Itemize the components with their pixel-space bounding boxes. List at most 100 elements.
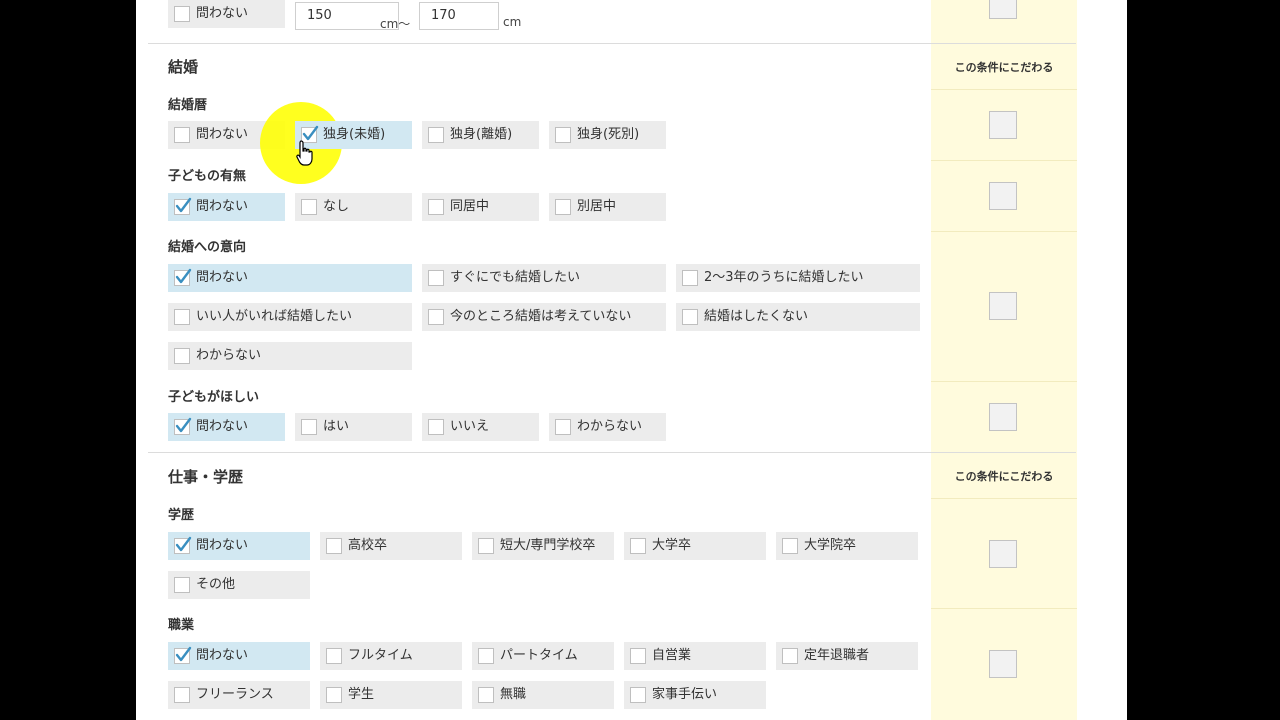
option-label: 問わない	[196, 6, 249, 21]
hand-cursor-icon	[296, 140, 313, 166]
checkbox[interactable]	[326, 538, 342, 554]
checkbox-checked[interactable]	[174, 268, 192, 286]
checkbox[interactable]	[782, 648, 798, 664]
option-marriage-intention-5[interactable]: 今のところ結婚は考えていない	[422, 303, 666, 331]
checkbox[interactable]	[630, 648, 646, 664]
option-label: 無職	[500, 687, 527, 702]
option-occupation-5[interactable]: 定年退職者	[776, 642, 918, 670]
option-label: 独身(未婚)	[323, 127, 386, 142]
option-label: 問わない	[196, 270, 249, 285]
prefer-checkbox-children[interactable]	[989, 182, 1017, 210]
option-occupation-9[interactable]: 家事手伝い	[624, 681, 766, 709]
option-education-6[interactable]: その他	[168, 571, 310, 599]
prefer-checkbox-education[interactable]	[989, 540, 1017, 568]
checkbox[interactable]	[555, 419, 571, 435]
option-want-children-4[interactable]: わからない	[549, 413, 666, 441]
checkbox[interactable]	[478, 538, 494, 554]
checkmark-icon	[175, 536, 192, 552]
option-children-3[interactable]: 同居中	[422, 193, 539, 221]
option-want-children-1[interactable]: 問わない	[168, 413, 285, 441]
option-label: わからない	[577, 419, 643, 434]
checkbox[interactable]	[174, 309, 190, 325]
option-label: 結婚はしたくない	[704, 309, 809, 324]
option-marriage-intention-1[interactable]: 問わない	[168, 264, 412, 292]
checkbox-checked[interactable]	[174, 646, 192, 664]
option-education-1[interactable]: 問わない	[168, 532, 310, 560]
checkbox[interactable]	[428, 309, 444, 325]
checkbox[interactable]	[782, 538, 798, 554]
checkbox-checked[interactable]	[174, 417, 192, 435]
checkbox[interactable]	[301, 199, 317, 215]
option-education-4[interactable]: 大学卒	[624, 532, 766, 560]
option-label: 2～3年のうちに結婚したい	[704, 270, 864, 285]
checkbox[interactable]	[174, 127, 190, 143]
checkbox-checked[interactable]	[174, 197, 192, 215]
option-occupation-2[interactable]: フルタイム	[320, 642, 462, 670]
field-label-marriage-history: 結婚暦	[168, 98, 208, 113]
option-label: 独身(離婚)	[450, 127, 513, 142]
checkbox[interactable]	[174, 687, 190, 703]
field-label-want-children: 子どもがほしい	[168, 390, 260, 405]
option-marriage-history-3[interactable]: 独身(離婚)	[422, 121, 539, 149]
checkbox[interactable]	[630, 538, 646, 554]
checkbox[interactable]	[428, 270, 444, 286]
option-marriage-intention-4[interactable]: いい人がいれば結婚したい	[168, 303, 412, 331]
prefer-checkbox-height[interactable]	[989, 0, 1017, 19]
option-occupation-6[interactable]: フリーランス	[168, 681, 310, 709]
option-marriage-intention-6[interactable]: 結婚はしたくない	[676, 303, 920, 331]
option-occupation-4[interactable]: 自営業	[624, 642, 766, 670]
checkmark-icon	[175, 417, 192, 433]
option-label: 定年退職者	[804, 648, 870, 663]
field-label-marriage-intention: 結婚への意向	[168, 240, 247, 255]
checkbox[interactable]	[174, 6, 190, 22]
option-label: 問わない	[196, 419, 249, 434]
option-education-2[interactable]: 高校卒	[320, 532, 462, 560]
option-want-children-3[interactable]: いいえ	[422, 413, 539, 441]
prefer-checkbox-marriage-history[interactable]	[989, 111, 1017, 139]
option-education-5[interactable]: 大学院卒	[776, 532, 918, 560]
checkbox[interactable]	[478, 687, 494, 703]
option-children-2[interactable]: なし	[295, 193, 412, 221]
option-height-any[interactable]: 問わない	[168, 0, 285, 28]
option-marriage-history-4[interactable]: 独身(死別)	[549, 121, 666, 149]
checkmark-icon	[175, 268, 192, 284]
prefer-checkbox-marriage-intention[interactable]	[989, 292, 1017, 320]
checkbox[interactable]	[428, 199, 444, 215]
prefer-checkbox-want-children[interactable]	[989, 403, 1017, 431]
checkbox[interactable]	[428, 127, 444, 143]
option-occupation-7[interactable]: 学生	[320, 681, 462, 709]
checkbox[interactable]	[555, 199, 571, 215]
section-divider	[148, 452, 1076, 453]
checkbox[interactable]	[428, 419, 444, 435]
option-marriage-intention-2[interactable]: すぐにでも結婚したい	[422, 264, 666, 292]
checkbox[interactable]	[630, 687, 646, 703]
option-label: 問わない	[196, 648, 249, 663]
option-label: 同居中	[450, 199, 490, 214]
checkbox[interactable]	[555, 127, 571, 143]
checkbox[interactable]	[301, 419, 317, 435]
option-children-4[interactable]: 別居中	[549, 193, 666, 221]
checkbox[interactable]	[174, 348, 190, 364]
checkbox[interactable]	[174, 577, 190, 593]
height-max-input[interactable]: 170	[419, 2, 499, 30]
option-marriage-intention-3[interactable]: 2～3年のうちに結婚したい	[676, 264, 920, 292]
option-label: 大学卒	[652, 538, 692, 553]
checkbox-checked[interactable]	[174, 536, 192, 554]
option-label: 今のところ結婚は考えていない	[450, 309, 632, 324]
option-occupation-3[interactable]: パートタイム	[472, 642, 614, 670]
option-education-3[interactable]: 短大/専門学校卒	[472, 532, 614, 560]
option-children-1[interactable]: 問わない	[168, 193, 285, 221]
option-want-children-2[interactable]: はい	[295, 413, 412, 441]
option-label: 問わない	[196, 127, 249, 142]
prefer-checkbox-occupation[interactable]	[989, 650, 1017, 678]
checkbox[interactable]	[478, 648, 494, 664]
checkbox[interactable]	[326, 648, 342, 664]
option-occupation-8[interactable]: 無職	[472, 681, 614, 709]
option-label: パートタイム	[500, 648, 578, 663]
height-unit-end: cm	[503, 15, 522, 29]
option-occupation-1[interactable]: 問わない	[168, 642, 310, 670]
checkbox[interactable]	[682, 270, 698, 286]
option-marriage-intention-7[interactable]: わからない	[168, 342, 412, 370]
checkbox[interactable]	[682, 309, 698, 325]
checkbox[interactable]	[326, 687, 342, 703]
